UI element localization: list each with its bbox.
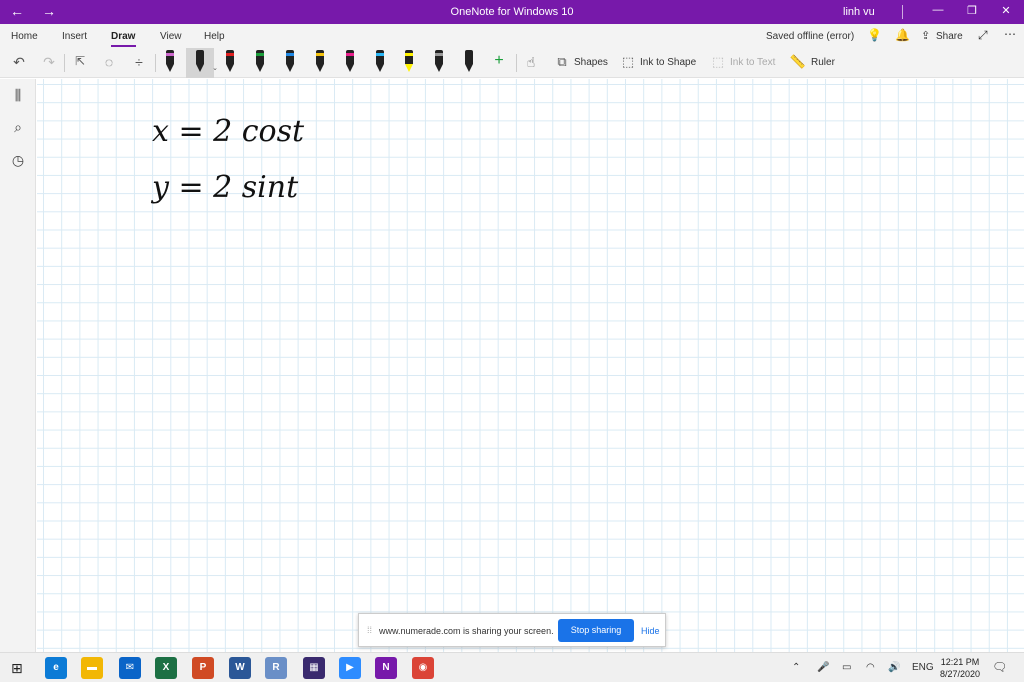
screen-share-bar: ⁞⁞ www.numerade.com is sharing your scre… bbox=[358, 613, 666, 647]
ink-line-2: y = 2 sint bbox=[150, 170, 299, 205]
ink-to-text-button[interactable]: Ink to Text bbox=[730, 57, 775, 68]
recent-clock-icon[interactable]: ◷ bbox=[9, 152, 27, 169]
tab-view[interactable]: View bbox=[160, 31, 182, 42]
clock-time: 12:21 PM bbox=[940, 657, 980, 667]
taskbar-zoom-icon[interactable]: ▶ bbox=[339, 657, 361, 679]
restore-button[interactable]: ❐ bbox=[965, 4, 979, 17]
taskbar-r-app-icon[interactable]: R bbox=[265, 657, 287, 679]
ruler-icon[interactable]: 📏 bbox=[789, 54, 807, 70]
taskbar-excel-icon[interactable]: X bbox=[155, 657, 177, 679]
language-indicator[interactable]: ENG bbox=[912, 662, 934, 673]
hide-button[interactable]: Hide bbox=[641, 626, 660, 636]
shapes-button[interactable]: Shapes bbox=[574, 57, 608, 68]
more-options-icon[interactable]: ⋯ bbox=[1004, 27, 1016, 41]
tab-help[interactable]: Help bbox=[204, 31, 225, 42]
taskbar-mail-icon[interactable]: ✉ bbox=[119, 657, 141, 679]
clock-date: 8/27/2020 bbox=[940, 669, 981, 679]
share-button[interactable]: Share bbox=[936, 31, 963, 42]
share-message: www.numerade.com is sharing your screen. bbox=[379, 626, 554, 636]
battery-icon[interactable]: ▭ bbox=[842, 662, 851, 673]
drag-handle-icon[interactable]: ⁞⁞ bbox=[367, 625, 372, 635]
touch-draw-icon[interactable]: ☝ bbox=[522, 54, 540, 71]
ruler-button[interactable]: Ruler bbox=[811, 57, 835, 68]
ink-line-1: x = 2 cost bbox=[152, 114, 305, 149]
user-name[interactable]: linh vu bbox=[843, 6, 875, 18]
windows-start-icon[interactable]: ⊞ bbox=[11, 660, 23, 677]
fullscreen-icon[interactable]: ⤢ bbox=[978, 28, 988, 43]
tab-draw[interactable]: Draw bbox=[111, 31, 135, 42]
bell-icon[interactable]: 🔔 bbox=[895, 28, 910, 42]
tab-insert[interactable]: Insert bbox=[62, 31, 87, 42]
volume-icon[interactable]: 🔊 bbox=[888, 662, 900, 673]
ink-to-shape-button[interactable]: Ink to Shape bbox=[640, 57, 696, 68]
add-pen-icon[interactable]: + bbox=[490, 52, 508, 70]
chevron-up-icon[interactable]: ⌃ bbox=[792, 662, 800, 673]
taskbar-onenote-icon[interactable]: N bbox=[375, 657, 397, 679]
taskbar-media-app-icon[interactable]: ▦ bbox=[303, 657, 325, 679]
toolbar-divider bbox=[516, 54, 517, 72]
system-clock[interactable]: 12:21 PM 8/27/2020 bbox=[940, 656, 980, 680]
ink-to-text-icon[interactable]: ⬚ bbox=[709, 54, 727, 70]
titlebar-divider bbox=[902, 5, 903, 19]
title-bar: ← → OneNote for Windows 10 linh vu — ❐ ✕ bbox=[0, 0, 1024, 24]
active-tab-indicator bbox=[111, 45, 136, 47]
taskbar-edge-icon[interactable]: e bbox=[45, 657, 67, 679]
taskbar-word-icon[interactable]: W bbox=[229, 657, 251, 679]
ribbon-tabs: Home Insert Draw View Help Saved offline… bbox=[0, 24, 1024, 48]
left-navigation: ⫼ ⌕ ◷ bbox=[0, 79, 36, 652]
notebooks-icon[interactable]: ⫼ bbox=[9, 87, 27, 104]
windows-taskbar: ⊞ e ▬ ✉ X P W R ▦ ▶ N ◉ ⌃ 🎤 ▭ ◠ 🔊 ENG 12:21 PM 8/2… bbox=[0, 652, 1024, 682]
ink-to-shape-icon[interactable]: ⬚ bbox=[619, 54, 637, 70]
share-icon[interactable]: ⇪ bbox=[921, 29, 930, 42]
ink-strokes: x = 2 cost y = 2 sint bbox=[150, 114, 305, 205]
taskbar-chrome-icon[interactable]: ◉ bbox=[412, 657, 434, 679]
microphone-icon[interactable]: 🎤 bbox=[817, 662, 829, 673]
lightbulb-icon[interactable]: 💡 bbox=[867, 28, 882, 42]
tab-home[interactable]: Home bbox=[11, 31, 38, 42]
search-icon[interactable]: ⌕ bbox=[9, 119, 27, 136]
shapes-icon[interactable]: ⧉ bbox=[553, 54, 571, 70]
stop-sharing-button[interactable]: Stop sharing bbox=[558, 619, 634, 642]
close-button[interactable]: ✕ bbox=[999, 4, 1013, 17]
notifications-icon[interactable]: 🗨 bbox=[992, 660, 1007, 674]
taskbar-file-explorer-icon[interactable]: ▬ bbox=[81, 657, 103, 679]
minimize-button[interactable]: — bbox=[931, 4, 945, 16]
taskbar-powerpoint-icon[interactable]: P bbox=[192, 657, 214, 679]
sync-status[interactable]: Saved offline (error) bbox=[766, 31, 854, 42]
chevron-down-icon[interactable]: ⌄ bbox=[206, 64, 224, 72]
wifi-icon[interactable]: ◠ bbox=[866, 662, 875, 673]
